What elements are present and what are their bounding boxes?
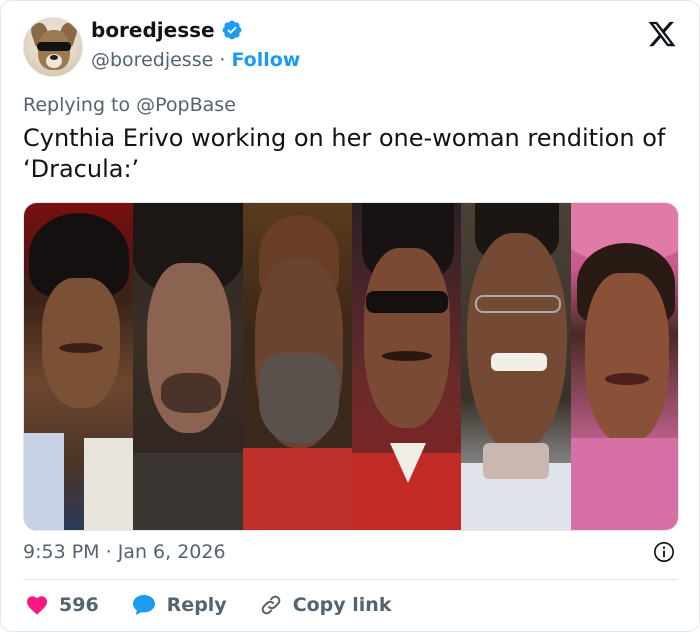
replying-to[interactable]: Replying to @PopBase <box>23 94 236 116</box>
follow-button[interactable]: Follow <box>231 49 300 71</box>
info-icon[interactable] <box>653 541 675 563</box>
media-panel-3 <box>242 203 352 530</box>
tweet-text: Cynthia Erivo working on her one-woman r… <box>23 124 666 183</box>
heart-icon <box>27 596 47 615</box>
reply-label: Reply <box>166 594 227 616</box>
timestamp-separator: · <box>105 541 112 563</box>
media-panel-6 <box>570 203 678 530</box>
handle-row: @boredjesse · Follow <box>91 49 300 71</box>
media-panel-1 <box>24 203 134 530</box>
x-logo-icon[interactable] <box>647 19 677 49</box>
tweet-media[interactable] <box>23 202 679 531</box>
avatar[interactable] <box>23 17 83 77</box>
tweet-card: boredjesse @boredjesse · Follow Replying… <box>0 0 700 632</box>
handle-separator: · <box>219 49 226 71</box>
timestamp-date: Jan 6, 2026 <box>117 541 226 563</box>
timestamp-time: 9:53 PM <box>23 541 100 563</box>
like-button[interactable]: 596 <box>25 593 99 617</box>
author-name-row: boredjesse <box>91 18 243 42</box>
media-panel-4 <box>351 203 462 530</box>
media-panel-2 <box>133 203 243 530</box>
speech-bubble-icon <box>132 595 155 615</box>
author-handle[interactable]: @boredjesse <box>91 49 213 71</box>
action-bar: 596 Reply Copy link <box>25 593 423 617</box>
author-name[interactable]: boredjesse <box>91 18 215 42</box>
verified-badge-icon <box>222 20 241 40</box>
copy-link-label: Copy link <box>292 594 392 616</box>
reply-button[interactable]: Reply <box>131 593 227 617</box>
media-panel-5 <box>461 203 571 530</box>
divider <box>23 579 677 580</box>
like-count: 596 <box>59 594 99 616</box>
link-icon <box>261 595 281 615</box>
copy-link-button[interactable]: Copy link <box>259 593 392 617</box>
timestamp[interactable]: 9:53 PM · Jan 6, 2026 <box>23 541 226 563</box>
